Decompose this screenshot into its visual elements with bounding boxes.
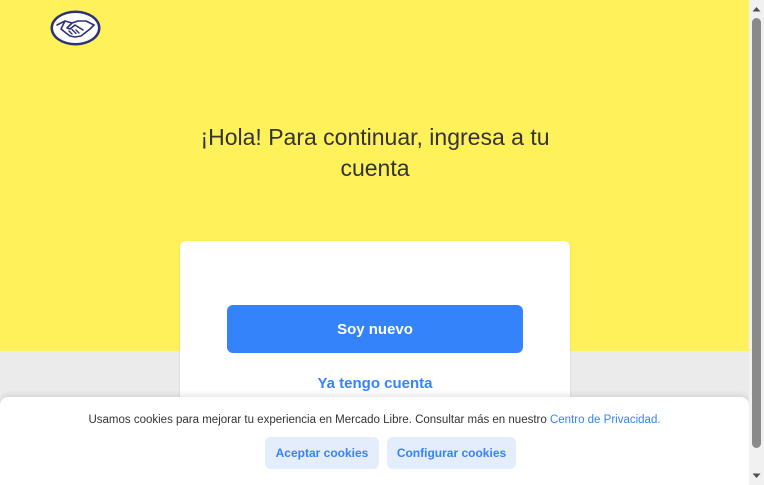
page-title: ¡Hola! Para continuar, ingresa a tu cuen… (200, 124, 550, 181)
handshake-logo-icon (50, 10, 101, 46)
scrollbar-thumb[interactable] (752, 18, 761, 448)
configure-cookies-button[interactable]: Configurar cookies (387, 437, 516, 469)
new-user-button[interactable]: Soy nuevo (227, 305, 523, 353)
content-area: ¡Hola! Para continuar, ingresa a tu cuen… (0, 0, 749, 485)
cookie-banner: Usamos cookies para mejorar tu experienc… (0, 397, 749, 485)
cookie-message-text: Usamos cookies para mejorar tu experienc… (88, 414, 550, 426)
mercadolibre-logo[interactable] (50, 10, 101, 46)
vertical-scrollbar[interactable] (749, 0, 764, 485)
login-page: ¡Hola! Para continuar, ingresa a tu cuen… (0, 0, 764, 485)
accept-cookies-button[interactable]: Aceptar cookies (265, 437, 379, 469)
existing-account-link[interactable]: Ya tengo cuenta (180, 375, 570, 392)
privacy-center-link[interactable]: Centro de Privacidad. (550, 414, 661, 426)
cookie-message: Usamos cookies para mejorar tu experienc… (0, 414, 749, 426)
scroll-down-arrow-icon[interactable] (749, 469, 764, 483)
scroll-up-arrow-icon[interactable] (749, 2, 764, 16)
